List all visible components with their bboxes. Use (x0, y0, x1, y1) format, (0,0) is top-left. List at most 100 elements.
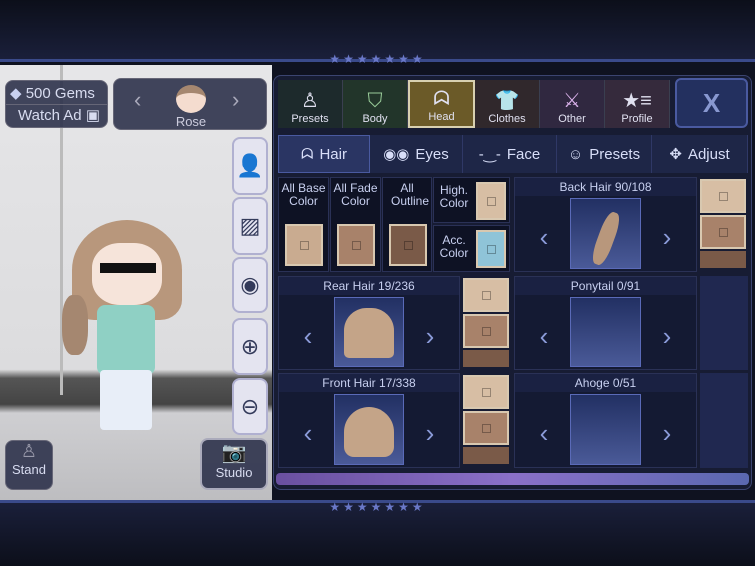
subtab-adjust[interactable]: ✥ Adjust (652, 135, 748, 173)
ponytail-preview[interactable] (570, 297, 641, 367)
zoom-out-button[interactable]: ⊖ (232, 378, 268, 435)
ponytail-prev-button[interactable]: ‹ (519, 303, 569, 369)
back-hair-color-2[interactable] (700, 215, 746, 249)
stars-decoration-bottom: ★★★★★★★ (329, 500, 426, 514)
zoom-out-icon: ⊖ (240, 393, 260, 419)
back-hair-label: Back Hair 90/108 (515, 178, 696, 196)
watch-ad-label[interactable]: Watch Ad (18, 107, 82, 124)
rear-hair-slot: Rear Hair 19/236 ‹ › (278, 276, 460, 370)
zoom-in-button[interactable]: ⊕ (232, 318, 268, 375)
add-character-button[interactable]: 👤 (232, 137, 268, 195)
rear-hair-prev-button[interactable]: ‹ (283, 303, 333, 369)
next-character-button[interactable]: › (232, 87, 239, 113)
all-outline-label: All Outline (391, 181, 430, 208)
ahoge-next-button[interactable]: › (642, 400, 692, 466)
all-base-color-label: All Base Color (281, 181, 326, 208)
gems-count: 500 Gems (25, 85, 95, 102)
hair-icon: ᗣ (301, 145, 314, 163)
ponytail-slot: Ponytail 0/91 ‹ › (514, 276, 697, 370)
currency-box[interactable]: ◆ 500 Gems Watch Ad ▣ (5, 80, 108, 128)
rear-hair-color-3[interactable] (463, 350, 509, 367)
rear-hair-color-2[interactable] (463, 314, 509, 348)
outline-color-swatch[interactable] (389, 224, 427, 266)
jacket-icon: ⛉ (367, 90, 383, 112)
character-avatar[interactable] (176, 85, 206, 113)
ahoge-label: Ahoge 0/51 (515, 374, 696, 392)
ahoge-colors-empty (700, 373, 748, 468)
move-icon: ✥ (669, 146, 682, 163)
accessory-color-swatch[interactable] (476, 230, 506, 268)
tab-head[interactable]: ᗣ Head (408, 80, 475, 128)
front-hair-color-1[interactable] (463, 375, 509, 409)
back-hair-color-1[interactable] (700, 179, 746, 213)
ahoge-preview[interactable] (570, 394, 641, 465)
shirt-icon: 👕 (494, 90, 520, 112)
front-hair-label: Front Hair 17/338 (279, 374, 459, 392)
prev-character-button[interactable]: ‹ (134, 87, 141, 113)
back-hair-slot: Back Hair 90/108 ‹ › (514, 177, 697, 272)
pose-icon: ♙ (20, 441, 38, 461)
front-hair-color-3[interactable] (463, 447, 509, 464)
front-hair-colors (463, 375, 509, 466)
back-hair-color-3[interactable] (700, 251, 746, 268)
stand-label: Stand (12, 462, 46, 477)
tab-presets[interactable]: ♙ Presets (278, 80, 343, 128)
all-fade-color-label: All Fade Color (333, 181, 378, 208)
close-button[interactable]: X (675, 78, 748, 128)
studio-label: Studio (215, 465, 253, 480)
all-base-color[interactable]: All Base Color (278, 177, 329, 272)
eyes-icon: ◉◉ (383, 146, 410, 163)
ahoge-prev-button[interactable]: ‹ (519, 400, 569, 466)
back-hair-preview[interactable] (570, 198, 641, 269)
highlight-color-label: High. Color (439, 183, 469, 210)
base-color-swatch[interactable] (285, 224, 323, 266)
front-hair-color-2[interactable] (463, 411, 509, 445)
character-eyes (100, 263, 156, 273)
front-hair-prev-button[interactable]: ‹ (283, 400, 333, 466)
panel-scrollbar[interactable] (276, 473, 749, 485)
tab-profile[interactable]: ★≡ Profile (605, 80, 670, 128)
tab-other[interactable]: ⚔ Other (540, 80, 605, 128)
front-hair-next-button[interactable]: › (405, 400, 455, 466)
character-selector: ‹ › Rose (113, 78, 267, 130)
face-icon: -‿- (478, 146, 501, 163)
tab-clothes[interactable]: 👕 Clothes (475, 80, 540, 128)
background-button[interactable]: ▨ (232, 197, 268, 255)
all-fade-color[interactable]: All Fade Color (330, 177, 381, 272)
highlight-color-swatch[interactable] (476, 182, 506, 220)
visibility-button[interactable]: ◉ (232, 257, 268, 313)
accessory-color[interactable]: Acc. Color (433, 225, 510, 272)
subtab-eyes[interactable]: ◉◉ Eyes (370, 135, 463, 173)
highlight-color[interactable]: High. Color (433, 177, 510, 223)
ponytail-label: Ponytail 0/91 (515, 277, 696, 295)
rear-hair-next-button[interactable]: › (405, 303, 455, 369)
all-outline-color[interactable]: All Outline (382, 177, 432, 272)
stand-button[interactable]: ♙ Stand (5, 440, 53, 490)
back-hair-colors (700, 179, 746, 270)
rear-hair-label: Rear Hair 19/236 (279, 277, 459, 295)
subtab-face[interactable]: -‿- Face (463, 135, 557, 173)
rear-hair-preview[interactable] (334, 297, 404, 367)
subtab-hair[interactable]: ᗣ Hair (278, 135, 370, 173)
image-icon: ▨ (239, 213, 261, 238)
fade-color-swatch[interactable] (337, 224, 375, 266)
star-list-icon: ★≡ (622, 90, 652, 112)
ponytail-colors-empty (700, 276, 748, 370)
stars-decoration: ★★★★★★★ (329, 52, 426, 66)
front-hair-preview[interactable] (334, 394, 404, 465)
rear-hair-colors (463, 278, 509, 369)
back-hair-prev-button[interactable]: ‹ (519, 204, 569, 270)
rear-hair-color-1[interactable] (463, 278, 509, 312)
subtab-presets[interactable]: ☺ Presets (557, 135, 652, 173)
tab-body[interactable]: ⛉ Body (343, 80, 408, 128)
eye-icon: ◉ (240, 272, 260, 297)
ahoge-slot: Ahoge 0/51 ‹ › (514, 373, 697, 468)
back-hair-next-button[interactable]: › (642, 204, 692, 270)
ponytail-next-button[interactable]: › (642, 303, 692, 369)
figure-icon: ♙ (301, 90, 319, 112)
studio-button[interactable]: 📷 Studio (200, 438, 268, 490)
accessory-color-label: Acc. Color (439, 233, 469, 260)
character-shirt (97, 305, 155, 375)
face-preset-icon: ☺ (567, 145, 584, 163)
character-face (92, 243, 162, 305)
